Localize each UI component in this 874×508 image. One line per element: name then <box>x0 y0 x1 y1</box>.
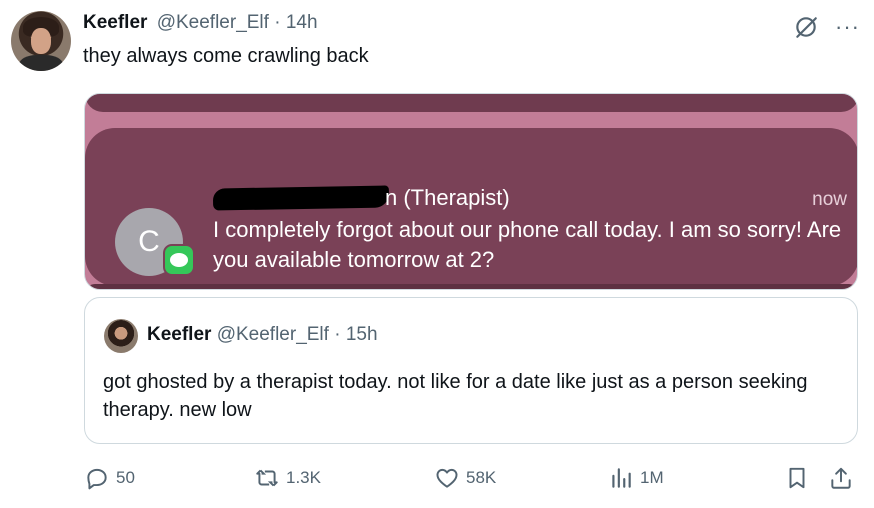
action-bar: 50 1.3K 58K 1M <box>84 465 858 495</box>
quoted-author-name: Keefler <box>147 324 212 345</box>
notification-card-above <box>85 94 857 112</box>
bookmark-button[interactable] <box>784 465 810 491</box>
repost-count: 1.3K <box>286 468 321 487</box>
author-name[interactable]: Keefler <box>83 12 147 33</box>
notification-message: I completely forgot about our phone call… <box>213 217 842 272</box>
repost-icon <box>256 469 278 487</box>
bookmark-icon <box>789 467 805 489</box>
like-count: 58K <box>466 468 497 487</box>
grok-icon[interactable] <box>793 14 819 40</box>
author-handle[interactable]: @Keefler_Elf <box>157 12 269 33</box>
like-button[interactable]: 58K <box>434 465 496 491</box>
reply-count: 50 <box>116 468 135 487</box>
share-icon <box>831 467 851 489</box>
avatar-shirt <box>19 55 63 71</box>
reply-icon <box>87 468 107 490</box>
tweet-timestamp[interactable]: 14h <box>286 12 318 33</box>
more-options-icon[interactable]: ··· <box>835 16 860 38</box>
quoted-tweet[interactable]: Keefler @Keefler_Elf · 15h got ghosted b… <box>84 297 858 444</box>
repost-button[interactable]: 1.3K <box>254 465 321 491</box>
tweet-top-actions: ··· <box>793 14 860 40</box>
views-count: 1M <box>640 468 664 487</box>
quoted-avatar <box>104 319 138 353</box>
tweet-header: Keefler @Keefler_Elf · 14h <box>83 12 318 34</box>
notification-sender: n (Therapist) <box>385 185 510 210</box>
separator-dot: · <box>274 12 281 33</box>
avatar-face <box>31 28 51 54</box>
quoted-timestamp: 15h <box>345 324 378 345</box>
notification-card: C n (Therapist) now I completely forgot … <box>85 128 857 286</box>
views-button[interactable]: 1M <box>608 465 664 491</box>
views-icon <box>612 468 631 488</box>
quoted-separator-dot: · <box>334 324 341 345</box>
messages-app-icon <box>163 244 195 276</box>
share-button[interactable] <box>828 465 854 491</box>
quoted-author-handle: @Keefler_Elf <box>216 324 329 345</box>
heart-icon <box>436 468 458 488</box>
redacted-name-scribble <box>212 185 390 211</box>
tweet-media-image[interactable]: C n (Therapist) now I completely forgot … <box>84 93 858 290</box>
notification-card-below <box>85 284 857 289</box>
tweet-text: they always come crawling back <box>83 45 369 67</box>
reply-button[interactable]: 50 <box>84 465 135 491</box>
notification-time: now <box>812 189 847 210</box>
quoted-header: Keefler @Keefler_Elf · 15h <box>147 324 378 346</box>
quoted-text: got ghosted by a therapist today. not li… <box>103 371 808 421</box>
avatar[interactable] <box>11 11 71 71</box>
